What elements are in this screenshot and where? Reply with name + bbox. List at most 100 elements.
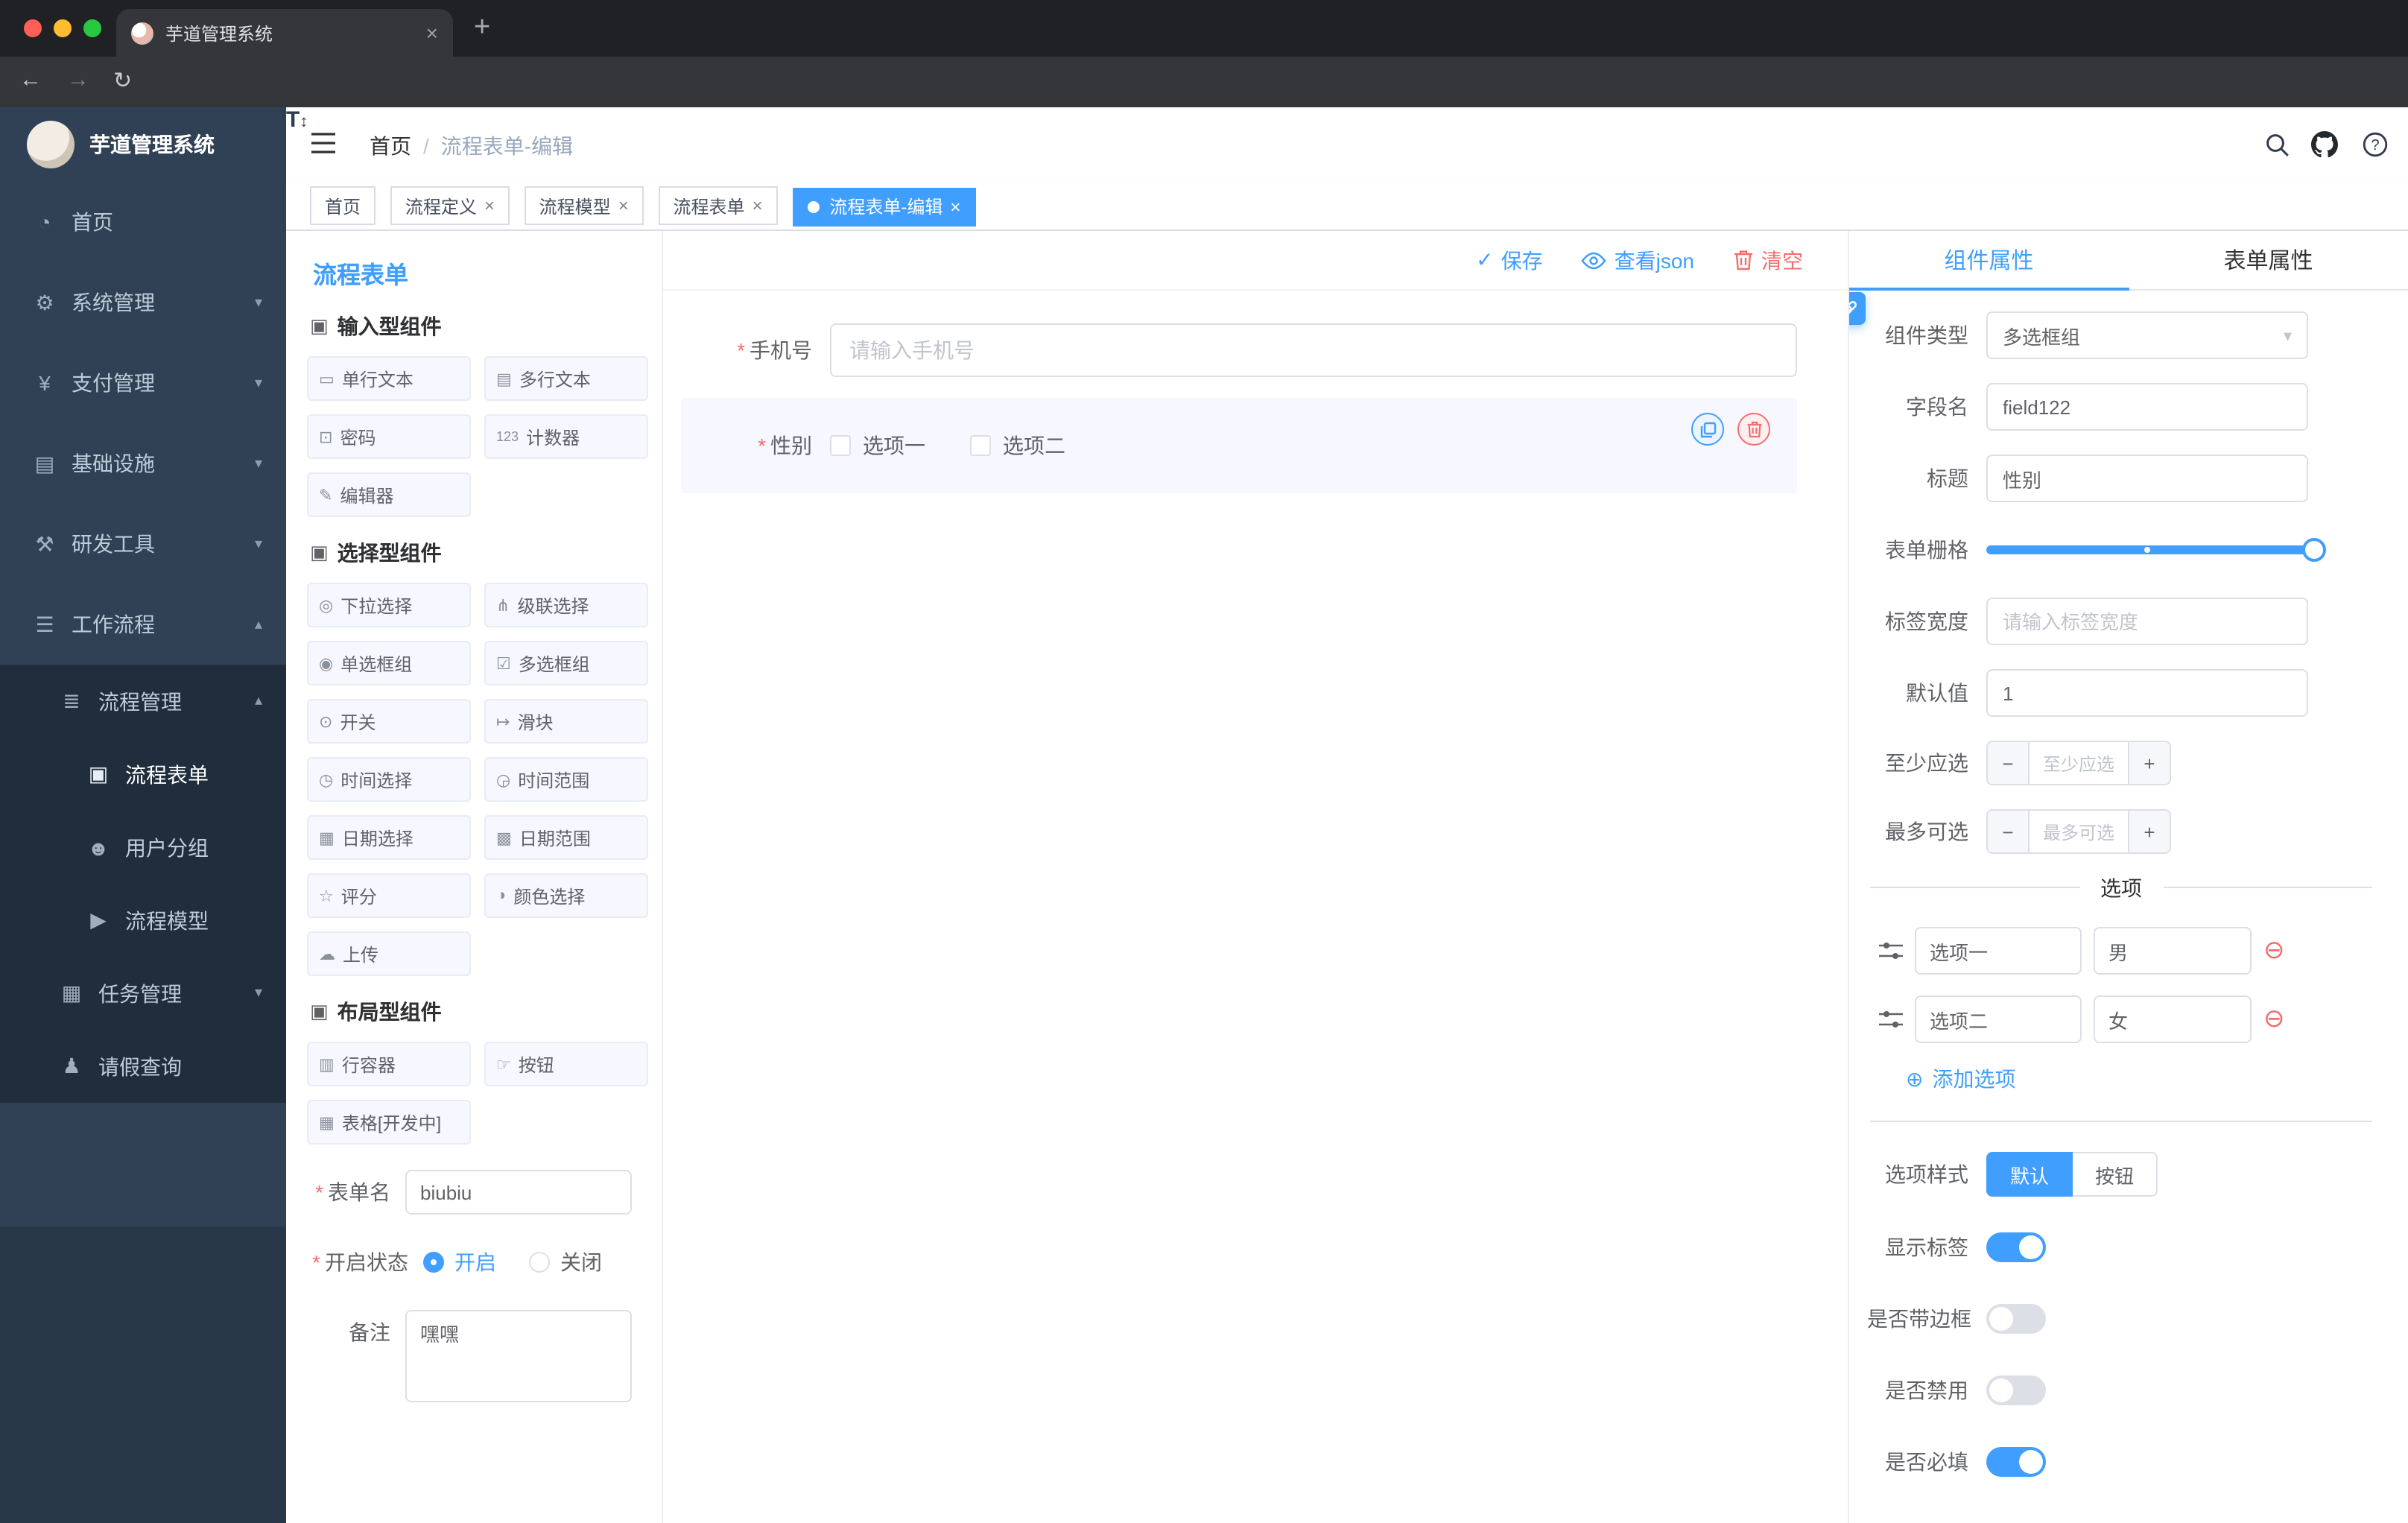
component-single-line-text[interactable]: ▭ 单行文本	[307, 356, 471, 401]
browser-tab[interactable]: 芋道管理系统 ×	[116, 9, 453, 57]
traffic-minimize-icon[interactable]	[54, 19, 72, 37]
clear-button[interactable]: 清空	[1733, 245, 1803, 275]
tab-component-props[interactable]: 组件属性	[1849, 231, 2129, 291]
component-upload[interactable]: ☁ 上传	[307, 931, 471, 976]
new-tab-button[interactable]: +	[474, 10, 490, 46]
plus-button[interactable]: +	[2128, 742, 2170, 784]
component-button[interactable]: ☞ 按钮	[484, 1042, 648, 1086]
component-switch[interactable]: ⊙ 开关	[307, 699, 471, 744]
tag-close-icon[interactable]: ×	[752, 195, 763, 216]
drag-handle-icon[interactable]	[1879, 1009, 1903, 1030]
component-cascader[interactable]: ⋔ 级联选择	[484, 583, 648, 627]
option-name-input[interactable]	[1915, 995, 2082, 1043]
tag-process-definition[interactable]: 流程定义 ×	[390, 186, 510, 225]
sidebar-item-system[interactable]: ⚙ 系统管理 ▾	[0, 262, 286, 343]
default-value-input[interactable]	[1986, 669, 2308, 717]
delete-field-button[interactable]	[1737, 413, 1770, 446]
component-checkbox-group[interactable]: ☑ 多选框组	[484, 641, 648, 685]
link-field-button[interactable]	[1849, 292, 1866, 325]
copy-field-button[interactable]	[1691, 413, 1724, 446]
component-multi-line-text[interactable]: ▤ 多行文本	[484, 356, 648, 401]
border-toggle[interactable]	[1986, 1304, 2046, 1334]
add-option-button[interactable]: ⊕ 添加选项	[1906, 1064, 2381, 1094]
component-table-wip[interactable]: ▦ 表格[开发中]	[307, 1100, 471, 1144]
component-time-picker[interactable]: ◷ 时间选择	[307, 757, 471, 802]
component-row-container[interactable]: ▥ 行容器	[307, 1042, 471, 1086]
remove-option-icon[interactable]: ⊖	[2263, 936, 2285, 966]
tag-close-icon[interactable]: ×	[484, 195, 495, 216]
sidebar-item-payment[interactable]: ¥ 支付管理 ▾	[0, 343, 286, 423]
tag-process-form[interactable]: 流程表单 ×	[658, 186, 778, 225]
component-editor[interactable]: ✎ 编辑器	[307, 472, 471, 517]
option-style-button-button[interactable]: 按钮	[2073, 1152, 2158, 1197]
sidebar-item-process-form[interactable]: ▣ 流程表单	[0, 738, 286, 811]
sidebar-item-devtools[interactable]: ⚒ 研发工具 ▾	[0, 504, 286, 584]
component-type-select[interactable]: 多选框组 ▾	[1986, 311, 2308, 359]
component-counter[interactable]: 123 计数器	[484, 414, 648, 459]
field-row-phone[interactable]: * 手机号	[681, 323, 1797, 377]
view-json-button[interactable]: 查看json	[1581, 245, 1694, 275]
title-input[interactable]	[1986, 455, 2308, 502]
slider-handle[interactable]	[2302, 538, 2326, 562]
minus-button[interactable]: −	[1988, 811, 2030, 852]
sidebar-item-home[interactable]: ◔ 首页	[0, 182, 286, 262]
grid-slider[interactable]	[1986, 526, 2326, 574]
tab-form-props[interactable]: 表单属性	[2129, 231, 2408, 289]
sidebar-item-process-management[interactable]: ≣ 流程管理 ▴	[0, 665, 286, 738]
radio-status-off[interactable]: 关闭	[529, 1240, 602, 1285]
component-password[interactable]: ⊡ 密码	[307, 414, 471, 459]
option-value-input[interactable]	[2094, 995, 2252, 1043]
component-rate[interactable]: ☆ 评分	[307, 873, 471, 918]
drag-handle-icon[interactable]	[1879, 940, 1903, 961]
sidebar-item-task-management[interactable]: ▦ 任务管理 ▾	[0, 957, 286, 1030]
option-name-input[interactable]	[1915, 927, 2082, 975]
checkbox-option-1[interactable]: 选项一	[830, 431, 925, 460]
option-style-default-button[interactable]: 默认	[1986, 1152, 2073, 1197]
component-color-picker[interactable]: ◑ 颜色选择	[484, 873, 648, 918]
sidebar-item-leave-query[interactable]: ♟ 请假查询	[0, 1030, 286, 1103]
back-icon[interactable]: ←	[19, 67, 42, 92]
sidebar-item-workflow[interactable]: ☰ 工作流程 ▴	[0, 584, 286, 665]
forward-icon[interactable]: →	[67, 67, 89, 92]
min-select-value[interactable]: 至少应选	[2030, 742, 2128, 784]
breadcrumb-home[interactable]: 首页	[370, 131, 411, 161]
sidebar-item-user-group[interactable]: ☻ 用户分组	[0, 811, 286, 884]
checkbox-option-2[interactable]: 选项二	[970, 431, 1065, 460]
phone-input[interactable]	[830, 323, 1797, 377]
component-slider[interactable]: ↦ 滑块	[484, 699, 648, 744]
component-dropdown[interactable]: ◎ 下拉选择	[307, 583, 471, 627]
font-size-icon[interactable]: T↕	[286, 107, 308, 133]
label-width-input[interactable]	[1986, 598, 2308, 645]
component-radio-group[interactable]: ◉ 单选框组	[307, 641, 471, 685]
save-button[interactable]: ✓ 保存	[1476, 245, 1542, 275]
component-date-picker[interactable]: ▦ 日期选择	[307, 815, 471, 860]
search-icon[interactable]	[2262, 130, 2292, 159]
component-date-range[interactable]: ▩ 日期范围	[484, 815, 648, 860]
remove-option-icon[interactable]: ⊖	[2263, 1004, 2285, 1034]
selected-field-gender[interactable]: * 性别 选项一 选项二	[681, 398, 1797, 493]
hamburger-fold-icon[interactable]	[310, 131, 337, 155]
disabled-toggle[interactable]	[1986, 1375, 2046, 1405]
radio-status-on[interactable]: 开启	[423, 1240, 496, 1285]
tab-close-icon[interactable]: ×	[426, 21, 438, 45]
traffic-close-icon[interactable]	[24, 19, 42, 37]
tag-process-form-edit-active[interactable]: 流程表单-编辑 ×	[792, 187, 976, 226]
tag-process-model[interactable]: 流程模型 ×	[524, 186, 644, 225]
max-select-value[interactable]: 最多可选	[2030, 811, 2128, 852]
tag-close-icon[interactable]: ×	[950, 196, 960, 217]
tag-home[interactable]: 首页	[310, 186, 376, 225]
traffic-zoom-icon[interactable]	[83, 19, 101, 37]
sidebar-item-process-model[interactable]: ▶ 流程模型	[0, 884, 286, 957]
plus-button[interactable]: +	[2128, 811, 2170, 852]
reload-icon[interactable]: ↻	[113, 67, 132, 94]
form-name-input[interactable]	[405, 1170, 632, 1215]
component-time-range[interactable]: ◶ 时间范围	[484, 757, 648, 802]
field-name-input[interactable]	[1986, 383, 2308, 431]
required-toggle[interactable]	[1986, 1447, 2046, 1477]
form-remark-textarea[interactable]: 嘿嘿	[405, 1310, 632, 1402]
github-icon[interactable]	[2310, 130, 2339, 159]
help-icon[interactable]: ?	[2360, 130, 2390, 159]
tag-close-icon[interactable]: ×	[618, 195, 629, 216]
minus-button[interactable]: −	[1988, 742, 2030, 784]
show-label-toggle[interactable]	[1986, 1232, 2046, 1262]
